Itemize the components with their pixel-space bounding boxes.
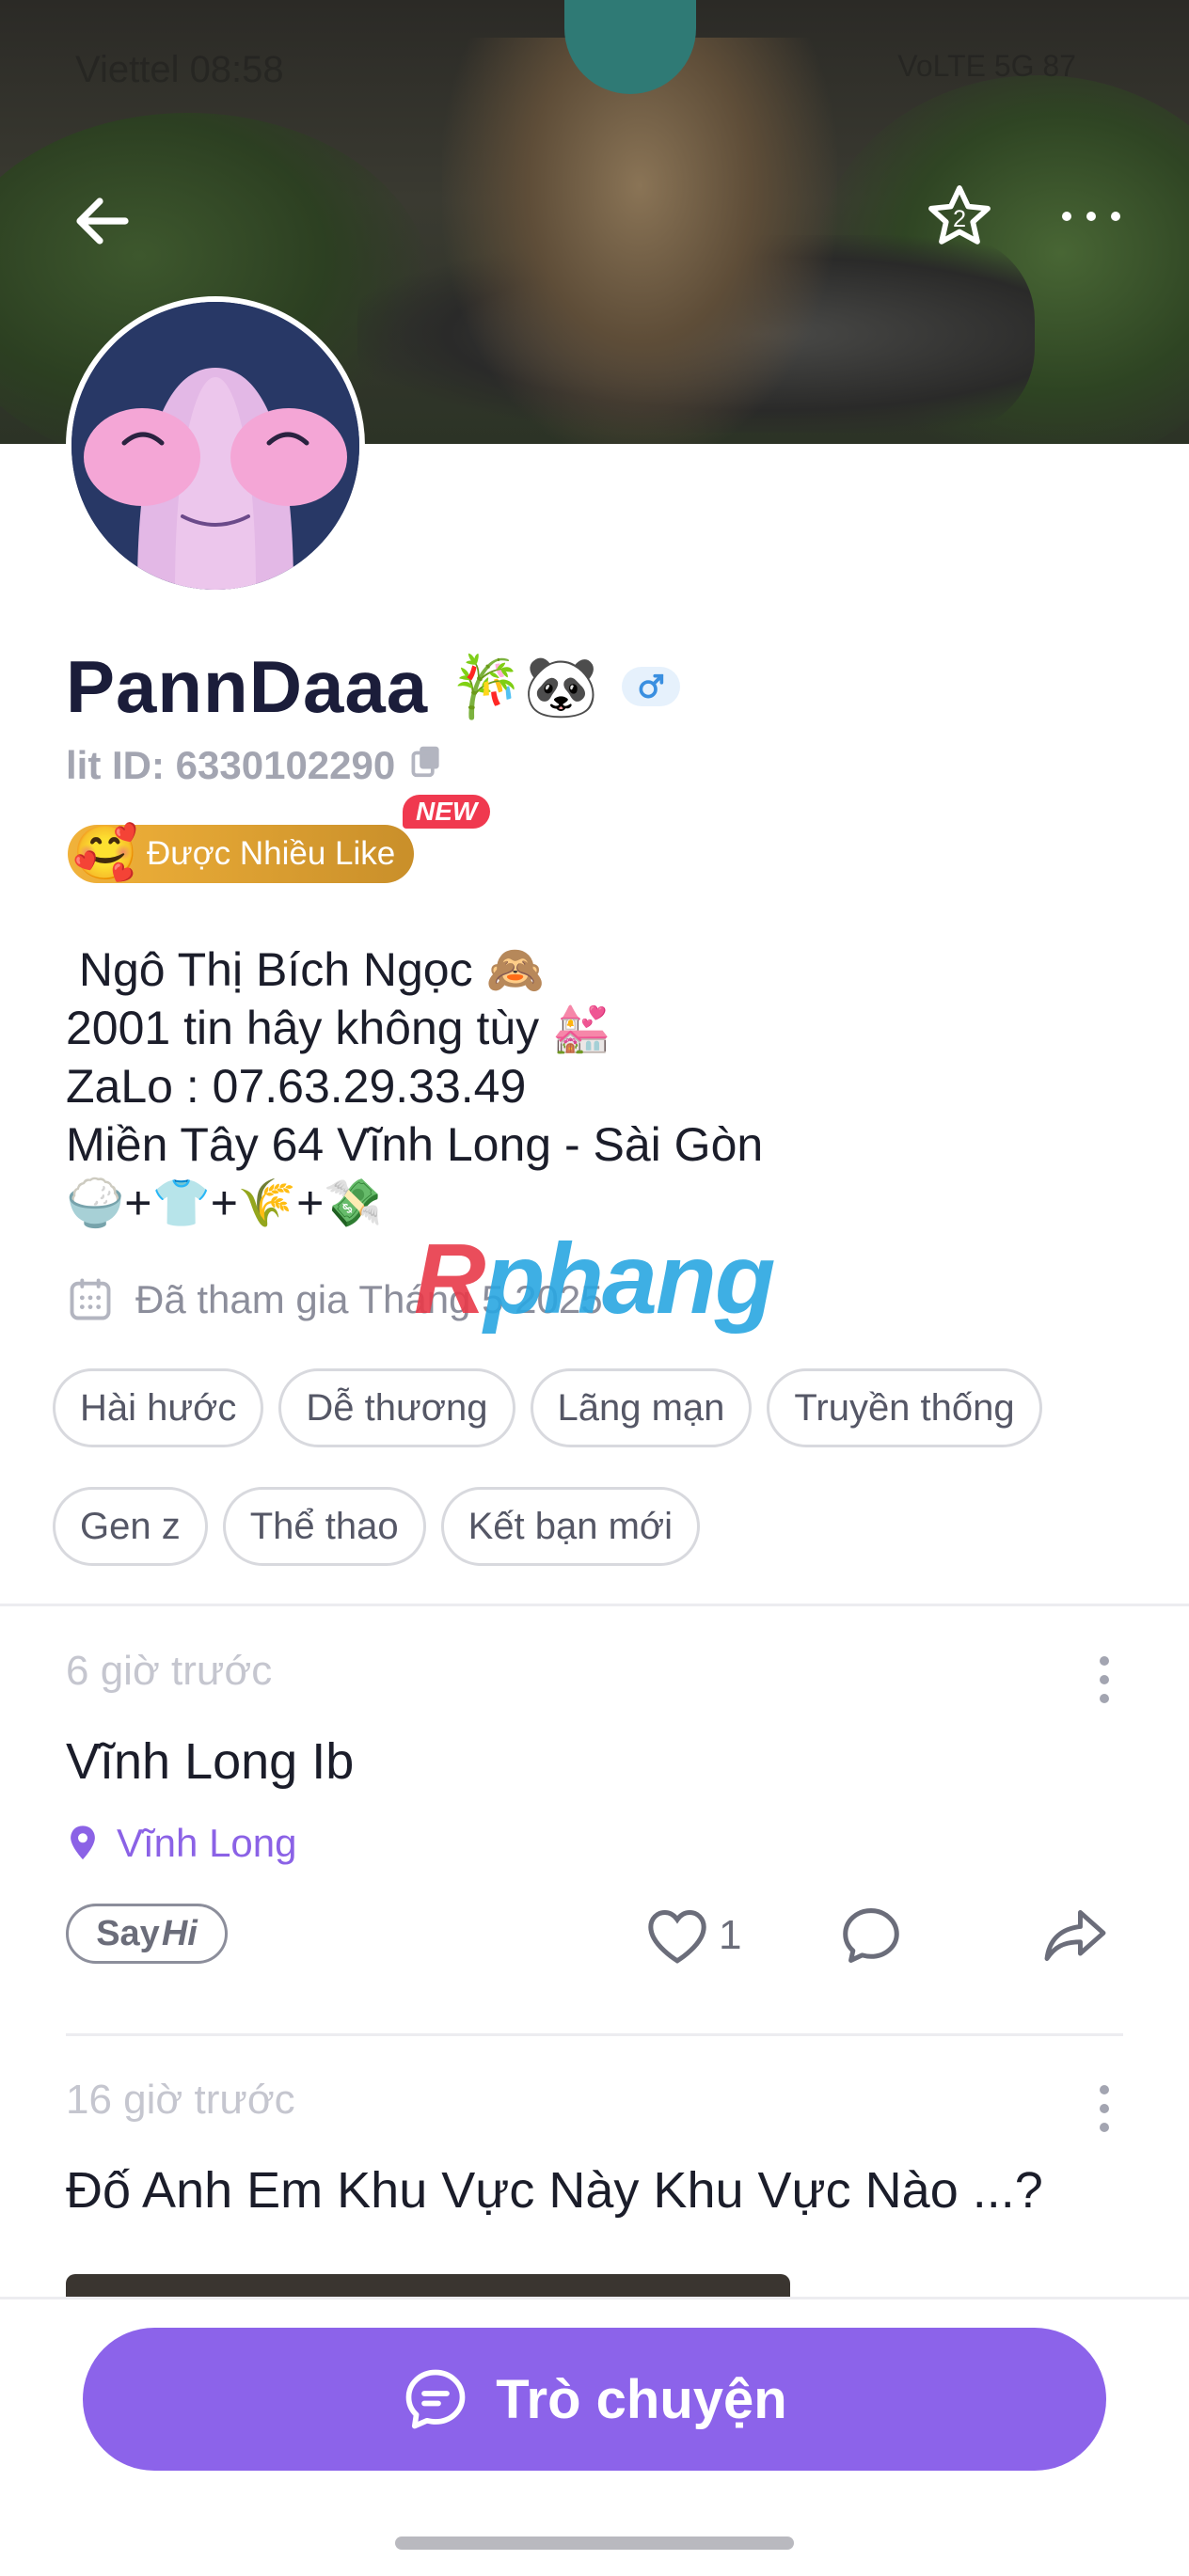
section-divider — [0, 1604, 1189, 1606]
more-vertical-icon — [1100, 2085, 1109, 2132]
comment-icon — [843, 1908, 899, 1963]
copy-icon — [411, 746, 439, 778]
watermark-logo: Rphang — [414, 1223, 776, 1336]
post-menu-button[interactable] — [1086, 2077, 1123, 2142]
popular-badge-emoji: 🥰 — [72, 823, 138, 884]
new-tag: NEW — [403, 795, 491, 829]
arrow-left-icon — [76, 198, 129, 245]
post-title: Đố Anh Em Khu Vực Này Khu Vực Nào ...? — [66, 2162, 1043, 2219]
bottom-bar: Trò chuyện — [0, 2297, 1189, 2576]
copy-button[interactable] — [410, 743, 442, 788]
post-card[interactable]: 16 giờ trước Đố Anh Em Khu Vực Này Khu V… — [66, 2077, 1123, 2220]
like-button[interactable]: 1 — [645, 1898, 741, 1973]
watermark-text: phang — [484, 1224, 776, 1335]
back-button[interactable] — [60, 179, 145, 263]
sayhi-label: Say — [96, 1913, 160, 1953]
lit-id-row: lit ID: 6330102290 — [66, 743, 442, 788]
profile-bio: Ngô Thị Bích Ngọc 🙈 2001 tin hây không t… — [66, 940, 763, 1232]
avatar[interactable] — [66, 296, 365, 595]
chat-button[interactable]: Trò chuyện — [83, 2328, 1106, 2471]
heart-icon — [648, 1909, 706, 1964]
post-divider — [66, 2033, 1123, 2036]
avatar-illustration — [71, 302, 359, 590]
more-options-button[interactable] — [1049, 174, 1134, 259]
post-card[interactable]: 6 giờ trước Vĩnh Long Ib Vĩnh Long Say Hi… — [66, 1648, 1123, 1973]
location-pin-icon — [71, 1825, 95, 1860]
chat-button-label: Trò chuyện — [496, 2368, 787, 2430]
bio-line: Ngô Thị Bích Ngọc 🙈 — [66, 943, 545, 996]
star-icon: 2 — [928, 185, 991, 245]
gender-badge — [621, 667, 680, 706]
bio-line: ZaLo : 07.63.29.33.49 — [66, 1060, 527, 1113]
tag-chip[interactable]: Hài hước — [53, 1368, 264, 1447]
post-menu-button[interactable] — [1086, 1648, 1123, 1714]
favorite-button[interactable]: 2 — [917, 174, 1002, 259]
post-title: Vĩnh Long Ib — [66, 1733, 355, 1790]
popular-badge-label: Được Nhiều Like — [147, 835, 396, 872]
post-time: 6 giờ trước — [66, 1648, 273, 1694]
tag-chip[interactable]: Lãng mạn — [530, 1368, 753, 1447]
post-time: 16 giờ trước — [66, 2077, 295, 2123]
status-bar: Viettel 08:58 VoLTE 5G 87 — [0, 38, 1189, 113]
bio-line: 2001 tin hây không tùy 💒 — [66, 1002, 611, 1054]
share-button[interactable] — [1033, 1898, 1118, 1973]
post-location[interactable]: Vĩnh Long — [66, 1821, 1123, 1866]
tag-chip[interactable]: Kết bạn mới — [440, 1487, 701, 1566]
sayhi-button[interactable]: Say Hi — [66, 1904, 228, 1964]
more-vertical-icon — [1100, 1656, 1109, 1703]
post-location-label: Vĩnh Long — [117, 1821, 297, 1865]
profile-name-row: PannDaaa 🎋🐼 — [66, 640, 680, 734]
profile-name-emoji: 🎋🐼 — [449, 652, 599, 722]
tag-chip[interactable]: Truyền thống — [767, 1368, 1042, 1447]
popular-badge[interactable]: Được Nhiều Like 🥰 NEW — [68, 795, 500, 889]
calendar-icon — [70, 1278, 111, 1320]
status-carrier-time: Viettel 08:58 — [75, 49, 284, 90]
bio-line: Miền Tây 64 Vĩnh Long - Sài Gòn — [66, 1118, 764, 1171]
more-horizontal-icon — [1062, 212, 1120, 221]
post-actions: Say Hi 1 — [66, 1898, 1123, 1973]
status-indicators: VoLTE 5G 87 — [897, 49, 1076, 83]
favorite-count: 2 — [953, 206, 966, 232]
share-icon — [1044, 1910, 1106, 1961]
interest-tags: Hài hước Dễ thương Lãng mạn Truyền thống… — [53, 1368, 1134, 1566]
tag-chip[interactable]: Dễ thương — [278, 1368, 515, 1447]
comment-button[interactable] — [833, 1898, 909, 1973]
male-icon — [639, 673, 663, 699]
watermark-r: R — [414, 1224, 486, 1335]
profile-name: PannDaaa — [66, 644, 429, 728]
tag-chip[interactable]: Gen z — [53, 1487, 208, 1566]
like-count: 1 — [719, 1912, 742, 1958]
home-indicator[interactable] — [395, 2536, 794, 2550]
lit-id: lit ID: 6330102290 — [66, 743, 396, 787]
sayhi-label-hi: Hi — [161, 1913, 198, 1953]
chat-bubble-icon — [405, 2369, 466, 2429]
tag-chip[interactable]: Thể thao — [222, 1487, 426, 1566]
